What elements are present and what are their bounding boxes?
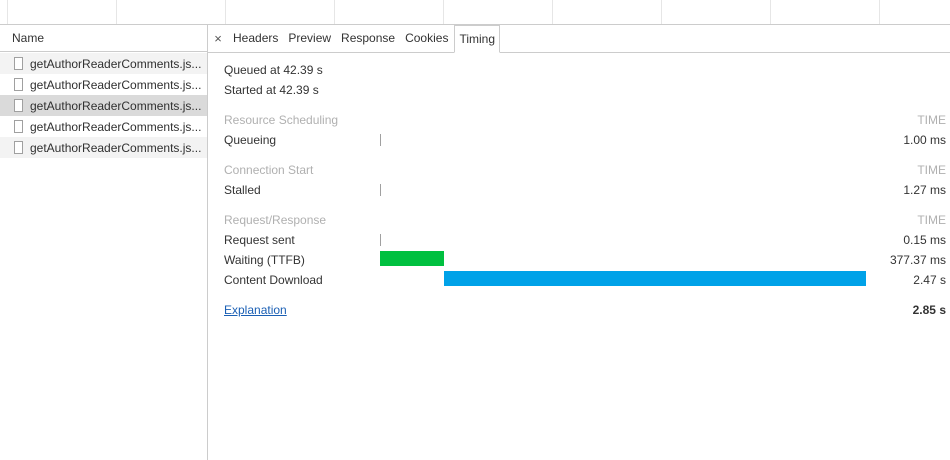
queueing-tick [380, 134, 381, 146]
file-icon [14, 57, 23, 70]
content-download-bar [444, 271, 866, 286]
request-name: getAuthorReaderComments.js... [30, 56, 202, 71]
stalled-tick [380, 184, 381, 196]
timeline-gridline [661, 0, 662, 24]
explanation-link[interactable]: Explanation [224, 303, 287, 317]
timeline-gridline [879, 0, 880, 24]
row-label-stalled: Stalled [224, 183, 261, 197]
row-value-queueing: 1.00 ms [903, 133, 946, 147]
timeline-gridline [770, 0, 771, 24]
section-title-connection-start: Connection Start [224, 163, 314, 177]
tab-cookies[interactable]: Cookies [401, 25, 452, 52]
time-column-label: TIME [917, 163, 946, 177]
overview-timeline[interactable] [0, 0, 950, 25]
timeline-gridline [552, 0, 553, 24]
row-value-request-sent: 0.15 ms [903, 233, 946, 247]
tab-response[interactable]: Response [337, 25, 399, 52]
name-column-header[interactable]: Name [0, 25, 207, 52]
request-row-selected[interactable]: getAuthorReaderComments.js... [0, 95, 207, 116]
request-row[interactable]: getAuthorReaderComments.js... [0, 74, 207, 95]
section-title-resource-scheduling: Resource Scheduling [224, 113, 339, 127]
tab-headers[interactable]: Headers [229, 25, 282, 52]
row-label-content-download: Content Download [224, 273, 323, 287]
request-name: getAuthorReaderComments.js... [30, 98, 202, 113]
detail-tab-bar: × Headers Preview Response Cookies Timin… [208, 25, 950, 53]
row-value-content-download: 2.47 s [913, 273, 946, 287]
request-row[interactable]: getAuthorReaderComments.js... [0, 116, 207, 137]
timeline-gridline [225, 0, 226, 24]
close-icon[interactable]: × [208, 25, 228, 52]
file-icon [14, 141, 23, 154]
queued-at: Queued at 42.39 s [224, 63, 323, 77]
timeline-gridline [116, 0, 117, 24]
request-sent-tick [380, 234, 381, 246]
row-label-waiting: Waiting (TTFB) [224, 253, 305, 267]
request-name: getAuthorReaderComments.js... [30, 140, 202, 155]
row-value-stalled: 1.27 ms [903, 183, 946, 197]
row-label-request-sent: Request sent [224, 233, 295, 247]
request-row[interactable]: getAuthorReaderComments.js... [0, 53, 207, 74]
timeline-gridline [443, 0, 444, 24]
tab-timing[interactable]: Timing [454, 25, 501, 53]
timeline-gridline [334, 0, 335, 24]
time-column-label: TIME [917, 113, 946, 127]
file-icon [14, 120, 23, 133]
section-title-request-response: Request/Response [224, 213, 327, 227]
request-row[interactable]: getAuthorReaderComments.js... [0, 137, 207, 158]
row-label-queueing: Queueing [224, 133, 277, 147]
file-icon [14, 78, 23, 91]
tab-preview[interactable]: Preview [284, 25, 335, 52]
request-name: getAuthorReaderComments.js... [30, 119, 202, 134]
row-value-waiting: 377.37 ms [889, 253, 946, 267]
request-name: getAuthorReaderComments.js... [30, 77, 202, 92]
waiting-bar [380, 251, 445, 266]
timeline-gridline [7, 0, 8, 24]
started-at: Started at 42.39 s [224, 83, 319, 97]
request-list: Name getAuthorReaderComments.js... getAu… [0, 25, 208, 460]
total-time: 2.85 s [912, 303, 946, 317]
request-detail-pane: × Headers Preview Response Cookies Timin… [208, 25, 950, 460]
time-column-label: TIME [917, 213, 946, 227]
file-icon [14, 99, 23, 112]
